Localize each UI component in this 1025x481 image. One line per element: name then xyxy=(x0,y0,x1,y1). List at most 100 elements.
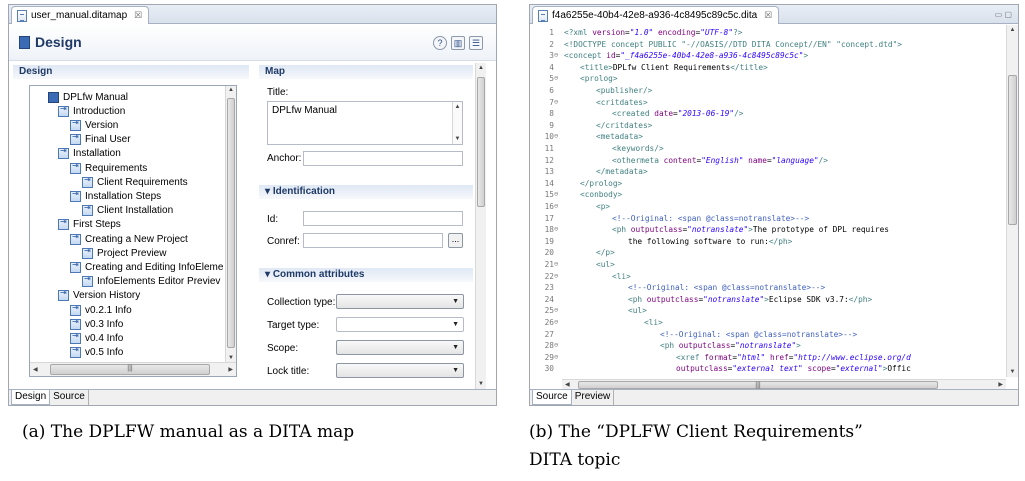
conref-browse-button[interactable]: ... xyxy=(448,233,463,248)
layout-columns-icon[interactable]: ▥ xyxy=(451,36,465,50)
anchor-input[interactable] xyxy=(303,151,463,166)
fold-toggle-icon[interactable]: ⊖ xyxy=(554,97,562,108)
scope-select[interactable]: ▼ xyxy=(336,340,464,355)
fold-toggle-icon[interactable]: ⊖ xyxy=(554,189,562,200)
fold-toggle-icon[interactable]: ⊖ xyxy=(554,131,562,142)
fold-toggle-icon[interactable]: ⊖ xyxy=(554,50,562,61)
code-line[interactable]: 17 <!--Original: <span @class=notranslate… xyxy=(530,213,1004,224)
properties-scroll-thumb[interactable] xyxy=(477,77,485,207)
scroll-right-arrow-icon[interactable]: ▶ xyxy=(228,366,233,373)
tab-source[interactable]: Source xyxy=(50,390,89,405)
tab-design[interactable]: Design xyxy=(11,390,51,405)
scroll-left-arrow-icon[interactable]: ◀ xyxy=(33,366,38,373)
minimize-maximize-icon[interactable]: ▭ ▢ xyxy=(995,10,1012,19)
code-line[interactable]: 10 ⊖ <metadata> xyxy=(530,131,1004,142)
code-line[interactable]: 21 ⊖ <ul> xyxy=(530,259,1004,270)
scroll-down-arrow-icon[interactable]: ▼ xyxy=(226,355,236,361)
tree-vertical-scrollbar[interactable]: ▲ ▼ xyxy=(225,86,236,362)
code-line[interactable]: 26 ⊖ <li> xyxy=(530,317,1004,328)
code-line[interactable]: 4 <title>DPLfw Client Requirements</title… xyxy=(530,62,1004,73)
props-scroll-up-icon[interactable]: ▲ xyxy=(476,65,486,71)
title-scroll-down-icon[interactable]: ▼ xyxy=(453,136,462,142)
code-line[interactable]: 9 </critdates> xyxy=(530,120,1004,131)
tab-source[interactable]: Source xyxy=(532,390,572,405)
tree-item[interactable]: Installation Steps xyxy=(70,189,161,203)
scroll-up-arrow-icon[interactable]: ▲ xyxy=(226,87,236,93)
lock-title-select[interactable]: ▼ xyxy=(336,363,464,378)
source-scroll-up-icon[interactable]: ▲ xyxy=(1007,27,1018,33)
fold-toggle-icon[interactable]: ⊖ xyxy=(554,317,562,328)
fold-toggle-icon[interactable]: ⊖ xyxy=(554,305,562,316)
source-editor[interactable]: 1 <?xml version="1.0" encoding="UTF-8"?> 2… xyxy=(530,25,1004,379)
tree-horizontal-scrollbar[interactable]: ◀ ||| ▶ xyxy=(30,362,236,376)
tree-item[interactable]: InfoElements Editor Previev xyxy=(82,274,220,289)
tree-item[interactable]: Client Requirements xyxy=(82,175,188,189)
tree-item[interactable]: DPLfw Manual xyxy=(48,90,128,104)
source-scroll-thumb[interactable] xyxy=(1008,75,1017,225)
code-line[interactable]: 13 </metadata> xyxy=(530,166,1004,177)
code-line[interactable]: 19 the following software to run:</ph> xyxy=(530,236,1004,247)
tree-item[interactable]: v0.3 Info xyxy=(70,317,123,331)
tree-item[interactable]: Final User xyxy=(70,132,131,147)
layout-rows-icon[interactable]: ☰ xyxy=(469,36,483,50)
code-line[interactable]: 14 </prolog> xyxy=(530,178,1004,189)
tree-scroll-thumb[interactable] xyxy=(227,98,235,348)
code-line[interactable]: 24 <ph outputclass="notranslate">Eclipse … xyxy=(530,294,1004,305)
code-line[interactable]: 1 <?xml version="1.0" encoding="UTF-8"?> xyxy=(530,27,1004,38)
fold-toggle-icon[interactable]: ⊖ xyxy=(554,271,562,282)
code-line[interactable]: 11 <keywords/> xyxy=(530,143,1004,154)
common-attributes-section-header[interactable]: ▾ Common attributes xyxy=(259,268,473,282)
code-line[interactable]: 29 ⊖ <xref format="html" href="http://www.… xyxy=(530,352,1004,363)
code-line[interactable]: 15 ⊖ <conbody> xyxy=(530,189,1004,200)
code-line[interactable]: 3 ⊖ <concept id="_f4a6255e-40b4-42e8-a936-… xyxy=(530,50,1004,61)
tree-hscroll-thumb[interactable]: ||| xyxy=(50,364,210,375)
close-tab-icon[interactable]: ☒ xyxy=(134,10,142,21)
target-type-select[interactable]: ▼ xyxy=(336,317,464,332)
map-tree[interactable]: DPLfw Manual Introduction Version Final Use… xyxy=(29,85,237,377)
tree-item[interactable]: Creating a New Project xyxy=(70,232,188,246)
identification-section-header[interactable]: ▾ Identification xyxy=(259,185,473,199)
code-line[interactable]: 20 </p> xyxy=(530,247,1004,258)
tree-item[interactable]: Requirements xyxy=(70,161,147,175)
tab-user-manual-ditamap[interactable]: user_manual.ditamap ☒ xyxy=(11,6,150,24)
tree-item[interactable]: Version xyxy=(70,118,118,132)
tree-item[interactable]: v0.2.1 Info xyxy=(70,303,132,317)
code-line[interactable]: 25 ⊖ <ul> xyxy=(530,305,1004,316)
fold-toggle-icon[interactable]: ⊖ xyxy=(554,340,562,351)
tree-item[interactable]: Installation xyxy=(58,146,121,161)
tab-dita-topic[interactable]: f4a6255e-40b4-42e8-a936-4c8495c89c5c.dit… xyxy=(532,6,780,24)
title-scroll-up-icon[interactable]: ▲ xyxy=(453,104,462,110)
source-scroll-down-icon[interactable]: ▼ xyxy=(1007,369,1018,375)
fold-toggle-icon[interactable]: ⊖ xyxy=(554,352,562,363)
code-line[interactable]: 6 <publisher/> xyxy=(530,85,1004,96)
code-line[interactable]: 23 <!--Original: <span @class=notranslate… xyxy=(530,282,1004,293)
tree-item[interactable]: v0.4 Info xyxy=(70,331,123,345)
title-scrollbar[interactable]: ▲ ▼ xyxy=(452,102,462,144)
tree-item[interactable]: Project Preview xyxy=(82,246,166,260)
fold-toggle-icon[interactable]: ⊖ xyxy=(554,259,562,270)
code-line[interactable]: 12 <othermeta content="English" name="lan… xyxy=(530,155,1004,166)
code-line[interactable]: 16 ⊖ <p> xyxy=(530,201,1004,212)
code-line[interactable]: 22 ⊖ <li> xyxy=(530,271,1004,282)
tree-item[interactable]: Client Installation xyxy=(82,203,173,218)
tree-item[interactable]: Version History xyxy=(58,288,140,303)
tree-item[interactable]: v0.5 Info xyxy=(70,345,123,360)
code-line[interactable]: 28 ⊖ <ph outputclass="notranslate"> xyxy=(530,340,1004,351)
source-scroll-right-icon[interactable]: ▶ xyxy=(998,381,1003,388)
collection-type-select[interactable]: ▼ xyxy=(336,294,464,309)
source-hscroll-thumb[interactable]: ||| xyxy=(578,381,938,389)
code-line[interactable]: 27 <!--Original: <span @class=notranslate… xyxy=(530,329,1004,340)
properties-vertical-scrollbar[interactable]: ▲ ▼ xyxy=(475,63,486,389)
props-scroll-down-icon[interactable]: ▼ xyxy=(476,381,486,387)
code-line[interactable]: 7 ⊖ <critdates> xyxy=(530,97,1004,108)
code-line[interactable]: 18 ⊖ <ph outputclass="notranslate">The pro… xyxy=(530,224,1004,235)
close-tab-icon[interactable]: ☒ xyxy=(764,10,772,21)
source-scroll-left-icon[interactable]: ◀ xyxy=(565,381,570,388)
code-line[interactable]: 8 <created date="2013-06-19"/> xyxy=(530,108,1004,119)
conref-input[interactable] xyxy=(303,233,443,248)
code-line[interactable]: 30 outputclass="external text" scope="ext… xyxy=(530,363,1004,374)
tree-item[interactable]: First Steps xyxy=(58,217,121,232)
tree-item[interactable]: Creating and Editing InfoEleme xyxy=(70,260,223,274)
tree-item[interactable]: Introduction xyxy=(58,104,125,118)
tab-preview[interactable]: Preview xyxy=(572,390,615,405)
